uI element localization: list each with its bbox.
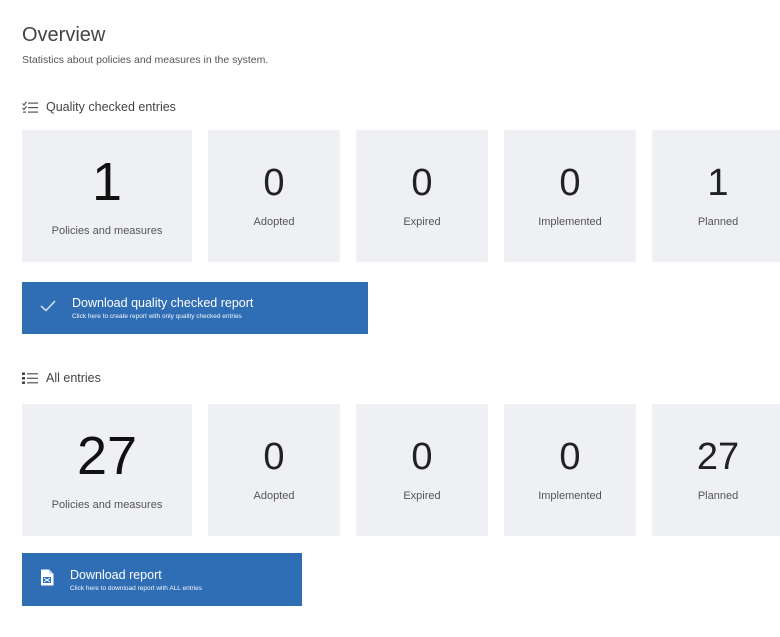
- stat-card-implemented: 0 Implemented: [504, 404, 636, 536]
- stat-value: 27: [696, 436, 740, 478]
- stat-value: 0: [411, 436, 433, 478]
- stat-card-policies: 1 Policies and measures: [22, 130, 192, 262]
- spreadsheet-file-icon: [40, 569, 54, 591]
- stat-label: Planned: [697, 490, 739, 502]
- stat-label: Implemented: [538, 216, 602, 228]
- all-entries-section-title: All entries: [46, 371, 101, 385]
- stat-value: 0: [559, 162, 581, 204]
- stat-value: 0: [559, 436, 581, 478]
- download-report-subtitle: Click here to download report with ALL e…: [70, 584, 202, 592]
- download-report-button[interactable]: Download report Click here to download r…: [22, 553, 302, 606]
- stat-value: 1: [707, 162, 729, 204]
- stat-label: Expired: [403, 216, 441, 228]
- page-subtitle: Statistics about policies and measures i…: [22, 54, 269, 66]
- stat-label: Adopted: [253, 216, 295, 228]
- stat-card-expired: 0 Expired: [356, 130, 488, 262]
- stat-card-adopted: 0 Adopted: [208, 404, 340, 536]
- all-stats-cards: 27 Policies and measures 0 Adopted 0 Exp…: [22, 404, 780, 536]
- stat-label: Planned: [697, 216, 739, 228]
- download-report-title: Download report: [70, 567, 162, 582]
- stat-label: Adopted: [253, 490, 295, 502]
- quality-stats-cards: 1 Policies and measures 0 Adopted 0 Expi…: [22, 130, 780, 262]
- page-title: Overview: [22, 24, 106, 46]
- stat-label: Expired: [403, 490, 441, 502]
- stat-card-policies: 27 Policies and measures: [22, 404, 192, 536]
- stat-label: Implemented: [538, 490, 602, 502]
- download-quality-report-button[interactable]: Download quality checked report Click he…: [22, 282, 368, 334]
- check-icon: [40, 299, 56, 317]
- stat-card-planned: 1 Planned: [652, 130, 780, 262]
- stat-card-planned: 27 Planned: [652, 404, 780, 536]
- stat-label: Policies and measures: [51, 225, 163, 237]
- stat-label: Policies and measures: [51, 499, 163, 511]
- list-icon: [22, 372, 38, 385]
- quality-section-header: Quality checked entries: [22, 100, 176, 114]
- checklist-icon: [22, 100, 38, 114]
- stat-card-adopted: 0 Adopted: [208, 130, 340, 262]
- all-entries-section-header: All entries: [22, 371, 101, 385]
- download-quality-report-title: Download quality checked report: [72, 296, 254, 310]
- stat-value: 0: [411, 162, 433, 204]
- download-quality-report-subtitle: Click here to create report with only qu…: [72, 313, 242, 320]
- stat-value: 27: [76, 426, 138, 486]
- quality-section-title: Quality checked entries: [46, 100, 176, 114]
- stat-value: 0: [263, 436, 285, 478]
- stat-card-expired: 0 Expired: [356, 404, 488, 536]
- stat-value: 1: [91, 152, 123, 212]
- stat-value: 0: [263, 162, 285, 204]
- stat-card-implemented: 0 Implemented: [504, 130, 636, 262]
